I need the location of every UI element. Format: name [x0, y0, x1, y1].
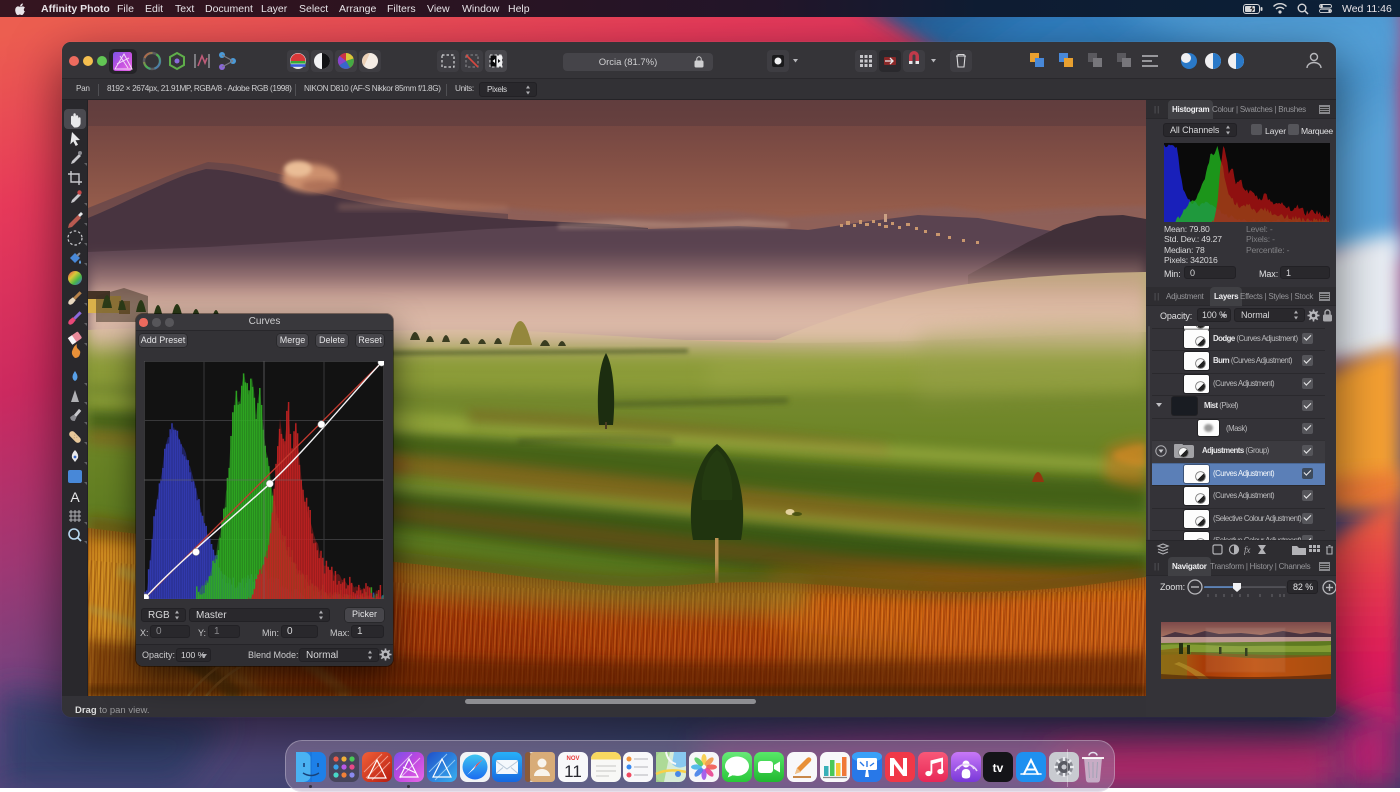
svg-text:Orcia (81.7%): Orcia (81.7%) — [599, 57, 658, 68]
svg-text:fx: fx — [1244, 545, 1250, 555]
svg-text:tv: tv — [993, 761, 1004, 775]
svg-text:A: A — [70, 489, 80, 505]
svg-text:11: 11 — [564, 762, 582, 781]
